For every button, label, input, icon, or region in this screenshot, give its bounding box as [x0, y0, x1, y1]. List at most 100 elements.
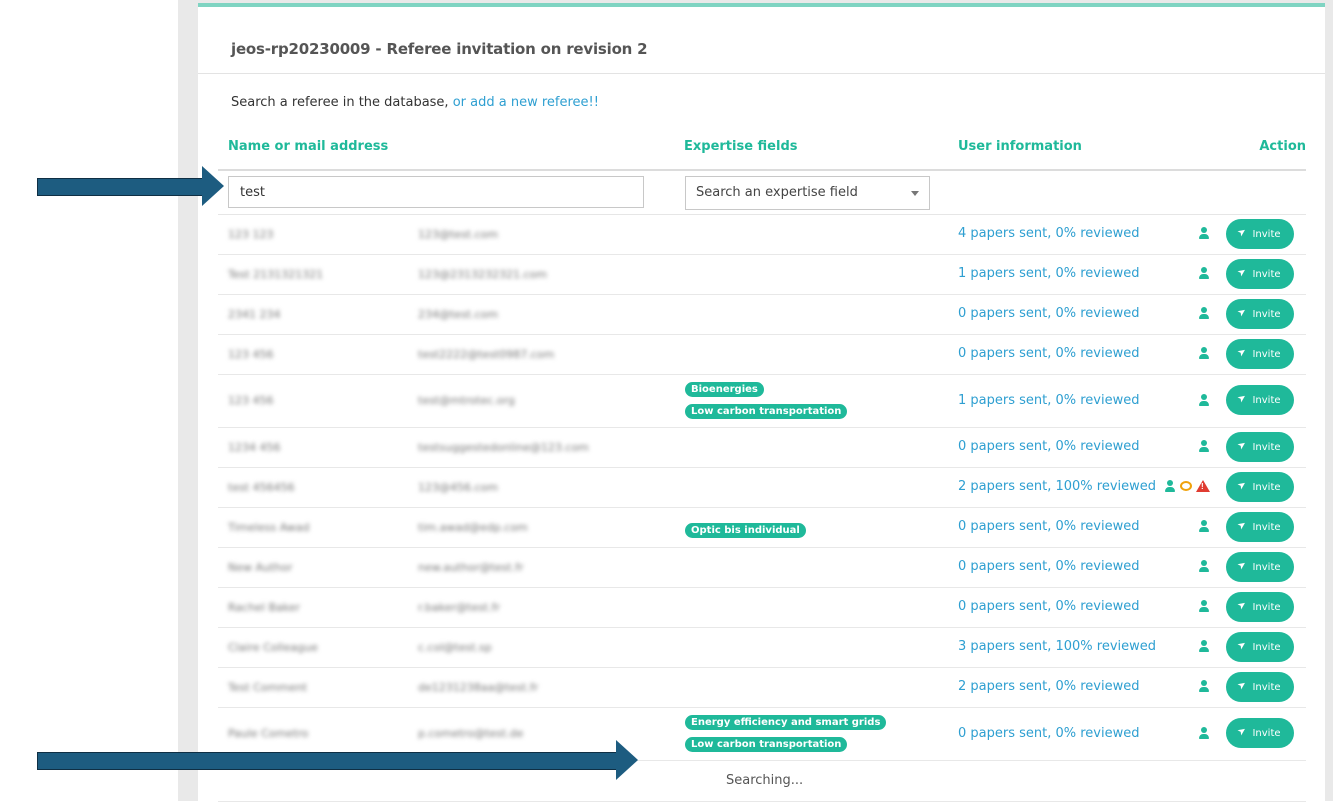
user-info-link[interactable]: 1 papers sent, 0% reviewed — [958, 266, 1140, 281]
user-icon[interactable] — [1198, 440, 1210, 452]
user-info-link[interactable]: 4 papers sent, 0% reviewed — [958, 226, 1140, 241]
paper-plane-icon — [1239, 603, 1248, 612]
user-icon[interactable] — [1198, 640, 1210, 652]
user-info-link[interactable]: 0 papers sent, 0% reviewed — [958, 726, 1140, 741]
table-row: Timeless Awad tim.awad@edp.com Optic bis i… — [218, 508, 1306, 548]
user-icon[interactable] — [1198, 347, 1210, 359]
chevron-down-icon — [911, 191, 919, 196]
table-row: 123 456 test@mtrotec.org Bioenergies Low ca… — [218, 375, 1306, 428]
referee-email: 123@456.com — [418, 481, 498, 494]
status-icons — [1198, 600, 1210, 612]
user-info-link[interactable]: 0 papers sent, 0% reviewed — [958, 519, 1140, 534]
referee-email: p.cometro@test.de — [418, 727, 524, 740]
referee-name: Test Comment — [228, 681, 308, 694]
invite-button[interactable]: Invite — [1226, 552, 1294, 582]
comment-icon[interactable] — [1180, 481, 1192, 491]
status-icons — [1198, 307, 1210, 319]
referee-email: 234@test.com — [418, 308, 499, 321]
table-header: Name or mail address Expertise fields Us… — [218, 131, 1306, 171]
user-info-link[interactable]: 3 papers sent, 100% reviewed — [958, 639, 1156, 654]
invite-label: Invite — [1252, 601, 1281, 613]
user-icon[interactable] — [1164, 480, 1176, 492]
user-info-link[interactable]: 0 papers sent, 0% reviewed — [958, 559, 1140, 574]
user-info-link[interactable]: 0 papers sent, 0% reviewed — [958, 599, 1140, 614]
paper-plane-icon — [1239, 270, 1248, 279]
page-title: jeos-rp20230009 - Referee invitation on … — [231, 40, 648, 58]
invite-button[interactable]: Invite — [1226, 432, 1294, 462]
column-header-expertise[interactable]: Expertise fields — [684, 139, 798, 154]
table-row: Rachel Baker r.baker@test.fr 0 papers sent… — [218, 588, 1306, 628]
referee-email: tim.awad@edp.com — [418, 521, 528, 534]
referee-name: 123 456 — [228, 348, 274, 361]
invite-button[interactable]: Invite — [1226, 512, 1294, 542]
column-header-user-info[interactable]: User information — [958, 139, 1082, 154]
status-icons — [1198, 440, 1210, 452]
searching-status: Searching... — [726, 773, 804, 788]
paper-plane-icon — [1239, 310, 1248, 319]
table-row: Claire Colleague c.col@test.sp 3 papers se… — [218, 628, 1306, 668]
expertise-tag: Energy efficiency and smart grids — [685, 715, 887, 730]
user-icon[interactable] — [1198, 727, 1210, 739]
status-icons — [1198, 227, 1210, 239]
referee-name: 1234 456 — [228, 441, 281, 454]
invite-label: Invite — [1252, 521, 1281, 533]
referee-email: test2222@test0987.com — [418, 348, 555, 361]
user-icon[interactable] — [1198, 520, 1210, 532]
invite-label: Invite — [1252, 228, 1281, 240]
expertise-tags: Energy efficiency and smart grids Low car… — [685, 715, 890, 759]
user-info-link[interactable]: 2 papers sent, 0% reviewed — [958, 679, 1140, 694]
name-search-input[interactable] — [228, 176, 644, 208]
user-info-link[interactable]: 0 papers sent, 0% reviewed — [958, 346, 1140, 361]
referee-name: Paule Cometro — [228, 727, 309, 740]
referee-name: Claire Colleague — [228, 641, 318, 654]
status-icons — [1198, 560, 1210, 572]
invite-button[interactable]: Invite — [1226, 259, 1294, 289]
referee-email: 123@test.com — [418, 228, 499, 241]
paper-plane-icon — [1239, 350, 1248, 359]
invite-button[interactable]: Invite — [1226, 672, 1294, 702]
table-row: 123 456 test2222@test0987.com 0 papers sen… — [218, 335, 1306, 375]
table-row: 2341 234 234@test.com 0 papers sent, 0% re… — [218, 295, 1306, 335]
invite-button[interactable]: Invite — [1226, 632, 1294, 662]
invite-label: Invite — [1252, 308, 1281, 320]
user-info-link[interactable]: 0 papers sent, 0% reviewed — [958, 306, 1140, 321]
user-icon[interactable] — [1198, 394, 1210, 406]
expertise-tag: Low carbon transportation — [685, 404, 848, 419]
invite-label: Invite — [1252, 441, 1281, 453]
paper-plane-icon — [1239, 683, 1248, 692]
add-new-referee-link[interactable]: or add a new referee!! — [453, 95, 599, 110]
referee-table: Name or mail address Expertise fields Us… — [218, 131, 1306, 802]
invite-button[interactable]: Invite — [1226, 219, 1294, 249]
table-row: 123 123 123@test.com 4 papers sent, 0% rev… — [218, 215, 1306, 255]
expertise-tags: Bioenergies Low carbon transportation — [685, 382, 851, 426]
invite-button[interactable]: Invite — [1226, 385, 1294, 415]
invite-label: Invite — [1252, 268, 1281, 280]
paper-plane-icon — [1239, 230, 1248, 239]
user-icon[interactable] — [1198, 227, 1210, 239]
invite-button[interactable]: Invite — [1226, 472, 1294, 502]
invite-button[interactable]: Invite — [1226, 339, 1294, 369]
intro-text: Search a referee in the database, or add… — [231, 95, 599, 110]
referee-name: 2341 234 — [228, 308, 281, 321]
expertise-tag: Bioenergies — [685, 382, 764, 397]
column-header-name[interactable]: Name or mail address — [228, 139, 388, 154]
invite-button[interactable]: Invite — [1226, 299, 1294, 329]
user-info-link[interactable]: 2 papers sent, 100% reviewed — [958, 479, 1156, 494]
warning-icon[interactable]: ! — [1196, 480, 1210, 492]
paper-plane-icon — [1239, 396, 1248, 405]
user-icon[interactable] — [1198, 307, 1210, 319]
user-icon[interactable] — [1198, 267, 1210, 279]
expertise-select[interactable]: Search an expertise field — [685, 176, 930, 210]
user-icon[interactable] — [1198, 560, 1210, 572]
user-info-link[interactable]: 0 papers sent, 0% reviewed — [958, 439, 1140, 454]
expertise-tags: Optic bis individual — [685, 520, 810, 538]
table-body: 123 123 123@test.com 4 papers sent, 0% rev… — [218, 215, 1306, 761]
invite-label: Invite — [1252, 348, 1281, 360]
user-icon[interactable] — [1198, 600, 1210, 612]
table-row: 1234 456 testsuggestedonline@123.com 0 pap… — [218, 428, 1306, 468]
referee-name: Timeless Awad — [228, 521, 310, 534]
user-info-link[interactable]: 1 papers sent, 0% reviewed — [958, 393, 1140, 408]
invite-button[interactable]: Invite — [1226, 718, 1294, 748]
user-icon[interactable] — [1198, 680, 1210, 692]
invite-button[interactable]: Invite — [1226, 592, 1294, 622]
